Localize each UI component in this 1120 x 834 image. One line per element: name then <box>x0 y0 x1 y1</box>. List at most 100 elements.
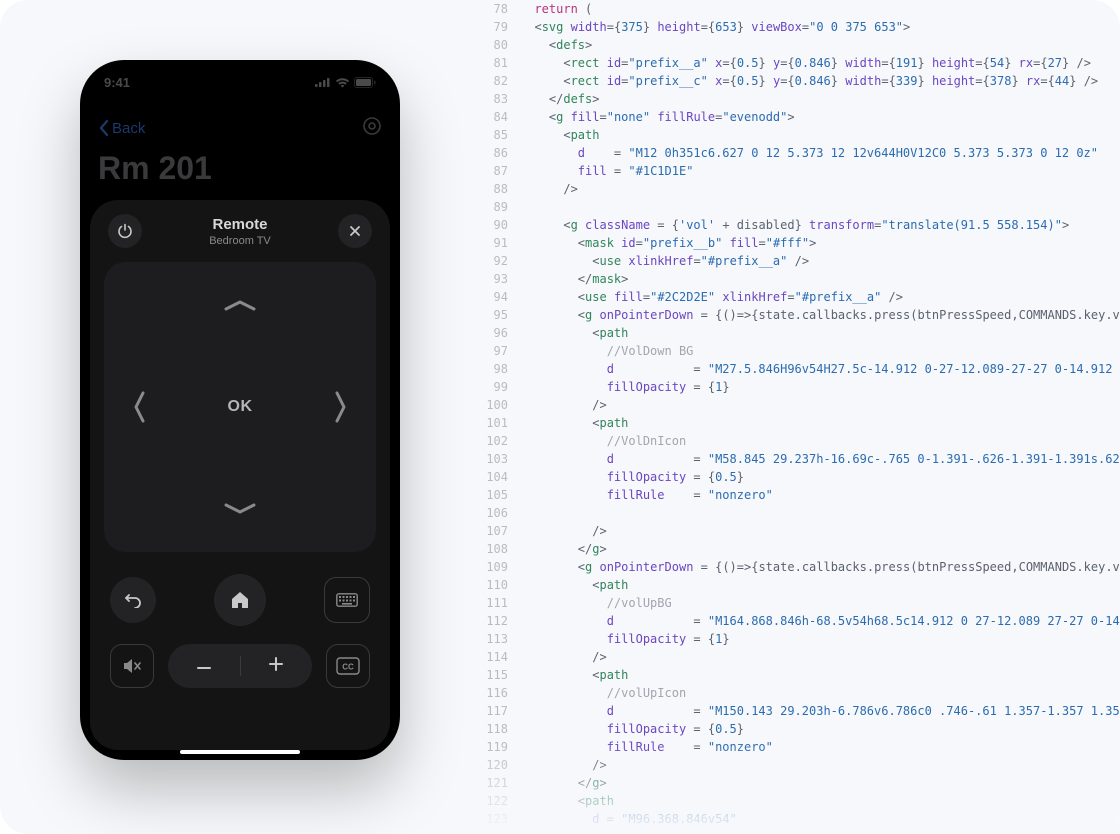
dpad-ok[interactable]: OK <box>228 398 253 416</box>
mute-button[interactable] <box>110 644 154 688</box>
code-line: 122 <path <box>480 792 1120 810</box>
code-tokens: <mask id="prefix__b" fill="#fff"> <box>520 234 816 252</box>
line-number: 123 <box>480 810 520 828</box>
close-button[interactable] <box>338 214 372 248</box>
status-time: 9:41 <box>104 75 130 90</box>
line-number: 115 <box>480 666 520 684</box>
code-tokens: <g className = {'vol' + disabled} transf… <box>520 216 1069 234</box>
code-line: 96 <path <box>480 324 1120 342</box>
volume-up-button[interactable] <box>268 656 284 677</box>
code-editor: 78 return (79 <svg width={375} height={6… <box>480 0 1120 834</box>
home-button[interactable] <box>214 574 266 626</box>
line-number: 110 <box>480 576 520 594</box>
code-tokens: <path <box>520 792 614 810</box>
chevron-up-icon <box>222 298 258 312</box>
code-line: 86 d = "M12 0h351c6.627 0 12 5.373 12 12… <box>480 144 1120 162</box>
code-tokens: </mask> <box>520 270 628 288</box>
code-tokens <box>520 198 527 216</box>
line-number: 119 <box>480 738 520 756</box>
code-tokens: <path <box>520 666 628 684</box>
chevron-down-icon <box>222 502 258 516</box>
line-number: 104 <box>480 468 520 486</box>
chevron-left-icon <box>132 389 146 425</box>
remote-card: Remote Bedroom TV <box>90 200 390 750</box>
code-line: 82 <rect id="prefix__c" x={0.5} y={0.846… <box>480 72 1120 90</box>
chevron-right-icon <box>334 389 348 425</box>
volume-pill <box>168 644 312 688</box>
code-line: 85 <path <box>480 126 1120 144</box>
card-title-wrap: Remote Bedroom TV <box>209 216 271 247</box>
line-number: 80 <box>480 36 520 54</box>
code-line: 89 <box>480 198 1120 216</box>
code-line: 110 <path <box>480 576 1120 594</box>
dpad-right[interactable] <box>334 262 348 552</box>
power-button[interactable] <box>108 214 142 248</box>
code-line: 104 fillOpacity = {0.5} <box>480 468 1120 486</box>
remote-title: Remote <box>209 216 271 233</box>
card-header: Remote Bedroom TV <box>104 214 376 248</box>
home-indicator <box>180 750 300 754</box>
line-number: 97 <box>480 342 520 360</box>
code-tokens: fillOpacity = {1} <box>520 630 730 648</box>
code-line: 93 </mask> <box>480 270 1120 288</box>
code-line: 99 fillOpacity = {1} <box>480 378 1120 396</box>
code-tokens: <g fill="none" fillRule="evenodd"> <box>520 108 795 126</box>
code-line: 101 <path <box>480 414 1120 432</box>
code-line: 87 fill = "#1C1D1E" <box>480 162 1120 180</box>
code-tokens: <path <box>520 126 599 144</box>
line-number: 120 <box>480 756 520 774</box>
home-icon <box>230 591 250 609</box>
page-title: Rm 201 <box>98 150 212 187</box>
row-back-home-kbd <box>104 574 376 626</box>
code-line: 80 <defs> <box>480 36 1120 54</box>
gear-icon <box>362 116 382 136</box>
row-mute-vol-cc: CC <box>104 644 376 688</box>
line-number: 98 <box>480 360 520 378</box>
dpad-left[interactable] <box>132 262 146 552</box>
code-line: 92 <use xlinkHref="#prefix__a" /> <box>480 252 1120 270</box>
code-tokens: d = "M27.5.846H96v54H27.5c-14.912 0-27-1… <box>520 360 1120 378</box>
code-line: 79 <svg width={375} height={653} viewBox… <box>480 18 1120 36</box>
code-tokens: /> <box>520 396 607 414</box>
code-line: 103 d = "M58.845 29.237h-16.69c-.765 0-1… <box>480 450 1120 468</box>
code-tokens: d = "M12 0h351c6.627 0 12 5.373 12 12v64… <box>520 144 1098 162</box>
line-number: 82 <box>480 72 520 90</box>
code-tokens: d = "M58.845 29.237h-16.69c-.765 0-1.391… <box>520 450 1120 468</box>
cc-button[interactable]: CC <box>326 644 370 688</box>
keyboard-icon <box>336 593 358 607</box>
line-number: 83 <box>480 90 520 108</box>
code-tokens: /> <box>520 180 578 198</box>
code-tokens: <path <box>520 576 628 594</box>
line-number: 91 <box>480 234 520 252</box>
code-line: 112 d = "M164.868.846h-68.5v54h68.5c14.9… <box>480 612 1120 630</box>
code-line: 94 <use fill="#2C2D2E" xlinkHref="#prefi… <box>480 288 1120 306</box>
code-line: 105 fillRule = "nonzero" <box>480 486 1120 504</box>
code-tokens: //VolDown BG <box>520 342 693 360</box>
code-tokens: <g onPointerDown = {()=>{state.callbacks… <box>520 306 1120 324</box>
line-number: 121 <box>480 774 520 792</box>
back-undo-button[interactable] <box>110 577 156 623</box>
code-line: 106 <box>480 504 1120 522</box>
line-number: 90 <box>480 216 520 234</box>
code-line: 107 /> <box>480 522 1120 540</box>
code-tokens: </g> <box>520 774 607 792</box>
settings-button[interactable] <box>362 116 382 141</box>
code-tokens: return ( <box>520 0 592 18</box>
code-line: 83 </defs> <box>480 90 1120 108</box>
close-icon <box>348 224 362 238</box>
remote-subtitle: Bedroom TV <box>209 235 271 247</box>
chevron-left-icon <box>98 119 110 137</box>
line-number: 103 <box>480 450 520 468</box>
code-tokens: fill = "#1C1D1E" <box>520 162 693 180</box>
code-tokens: <use fill="#2C2D2E" xlinkHref="#prefix__… <box>520 288 903 306</box>
line-number: 118 <box>480 720 520 738</box>
phone-mockup: 9:41 Back Rm 201 Remote <box>80 60 400 760</box>
back-button[interactable]: Back <box>98 119 145 137</box>
volume-down-button[interactable] <box>196 657 212 675</box>
code-line: 91 <mask id="prefix__b" fill="#fff"> <box>480 234 1120 252</box>
dpad: OK <box>104 262 376 552</box>
code-line: 90 <g className = {'vol' + disabled} tra… <box>480 216 1120 234</box>
keyboard-button[interactable] <box>324 577 370 623</box>
status-right <box>315 77 376 88</box>
code-tokens: fillOpacity = {1} <box>520 378 730 396</box>
